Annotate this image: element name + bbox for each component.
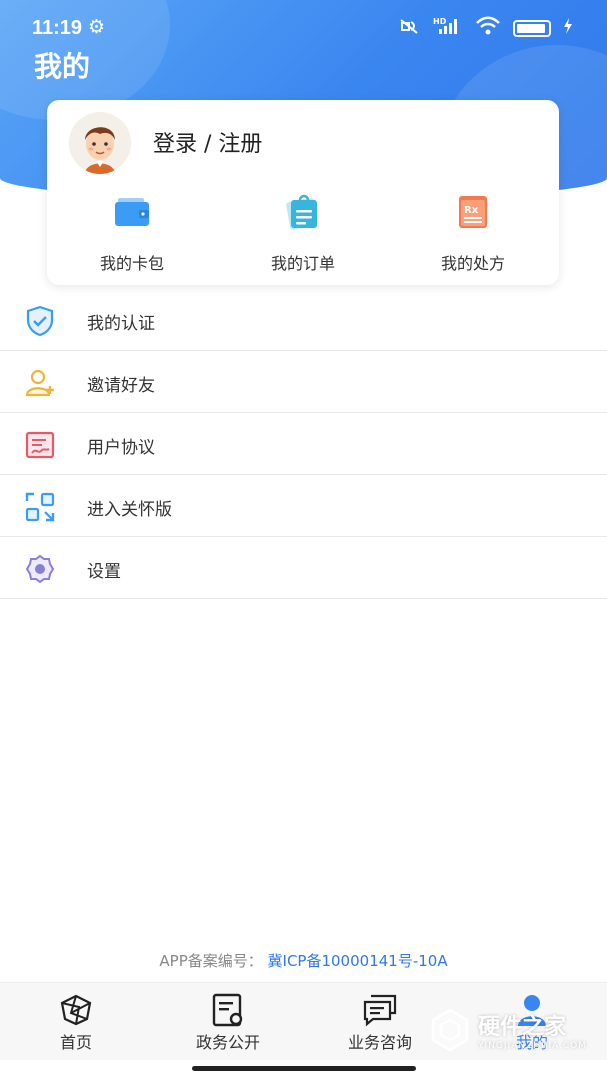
add-user-icon xyxy=(24,367,56,399)
shortcut-label: 我的订单 xyxy=(270,254,335,273)
watermark-logo-icon xyxy=(431,1008,469,1052)
profile-card: 登录 / 注册 我的卡包 我的订单 Rx 我的处方 xyxy=(47,100,559,285)
shortcut-label: 我的处方 xyxy=(440,254,505,273)
menu-item-label: 我的认证 xyxy=(87,314,155,334)
mute-icon xyxy=(397,16,421,41)
menu-item-label: 邀请好友 xyxy=(87,376,155,396)
tab-label: 首页 xyxy=(59,1033,92,1052)
shield-check-icon xyxy=(24,305,56,337)
hd-signal-icon: HD xyxy=(433,16,463,41)
public-affairs-icon xyxy=(209,993,247,1027)
battery-icon xyxy=(513,20,551,37)
menu-item-care-mode[interactable]: 进入关怀版 xyxy=(0,475,607,537)
menu-item-user-agreement[interactable]: 用户协议 xyxy=(0,413,607,475)
icp-record: APP备案编号： 冀ICP备10000141号-10A xyxy=(0,950,607,971)
rx-badge: Rx xyxy=(464,205,479,216)
hd-label: HD xyxy=(433,17,447,26)
watermark: 硬件之家 YINGJIANZHIJIA.COM xyxy=(430,1008,587,1052)
watermark-subtext: YINGJIANZHIJIA.COM xyxy=(478,1041,587,1051)
wifi-icon xyxy=(475,16,501,41)
gear-icon: ⚙ xyxy=(88,16,106,38)
menu-item-label: 用户协议 xyxy=(87,438,155,458)
status-icons: HD xyxy=(397,16,573,41)
shortcut-order[interactable]: 我的订单 xyxy=(243,192,363,274)
shortcut-label: 我的卡包 xyxy=(99,254,164,273)
care-mode-icon xyxy=(24,491,56,523)
settings-icon xyxy=(24,553,56,585)
tab-label: 业务咨询 xyxy=(347,1033,412,1052)
menu-item-verification[interactable]: 我的认证 xyxy=(0,289,607,351)
wallet-icon xyxy=(112,192,152,232)
order-icon xyxy=(283,192,323,232)
tab-home[interactable]: 首页 xyxy=(16,993,136,1053)
watermark-text: 硬件之家 xyxy=(478,1015,567,1040)
shortcut-card-wallet[interactable]: 我的卡包 xyxy=(72,192,192,274)
menu-item-label: 设置 xyxy=(87,562,121,582)
icp-prefix: APP备案编号： xyxy=(159,952,263,970)
menu-item-settings[interactable]: 设置 xyxy=(0,537,607,599)
login-register-link[interactable]: 登录 / 注册 xyxy=(153,126,262,158)
home-icon xyxy=(57,993,95,1027)
icp-number-link[interactable]: 冀ICP备10000141号-10A xyxy=(268,952,448,970)
agreement-icon xyxy=(24,429,56,461)
menu-item-label: 进入关怀版 xyxy=(87,500,172,520)
tab-consult[interactable]: 业务咨询 xyxy=(320,993,440,1053)
avatar[interactable] xyxy=(69,112,131,174)
menu-item-invite-friends[interactable]: 邀请好友 xyxy=(0,351,607,413)
consult-icon xyxy=(361,993,399,1027)
avatar-illustration-icon xyxy=(69,112,131,174)
shortcut-prescription[interactable]: Rx 我的处方 xyxy=(413,192,533,274)
charging-icon xyxy=(563,18,573,39)
status-time: 11:19 xyxy=(32,17,83,39)
tab-public-affairs[interactable]: 政务公开 xyxy=(168,993,288,1053)
tab-label: 政务公开 xyxy=(195,1033,260,1052)
home-indicator[interactable] xyxy=(192,1066,416,1071)
prescription-icon: Rx xyxy=(453,192,493,232)
status-bar: 11:19 ⚙ HD xyxy=(0,0,607,56)
page-title: 我的 xyxy=(34,50,91,83)
menu-list: 我的认证 邀请好友 用户协议 进入关怀版 设置 xyxy=(0,289,607,599)
